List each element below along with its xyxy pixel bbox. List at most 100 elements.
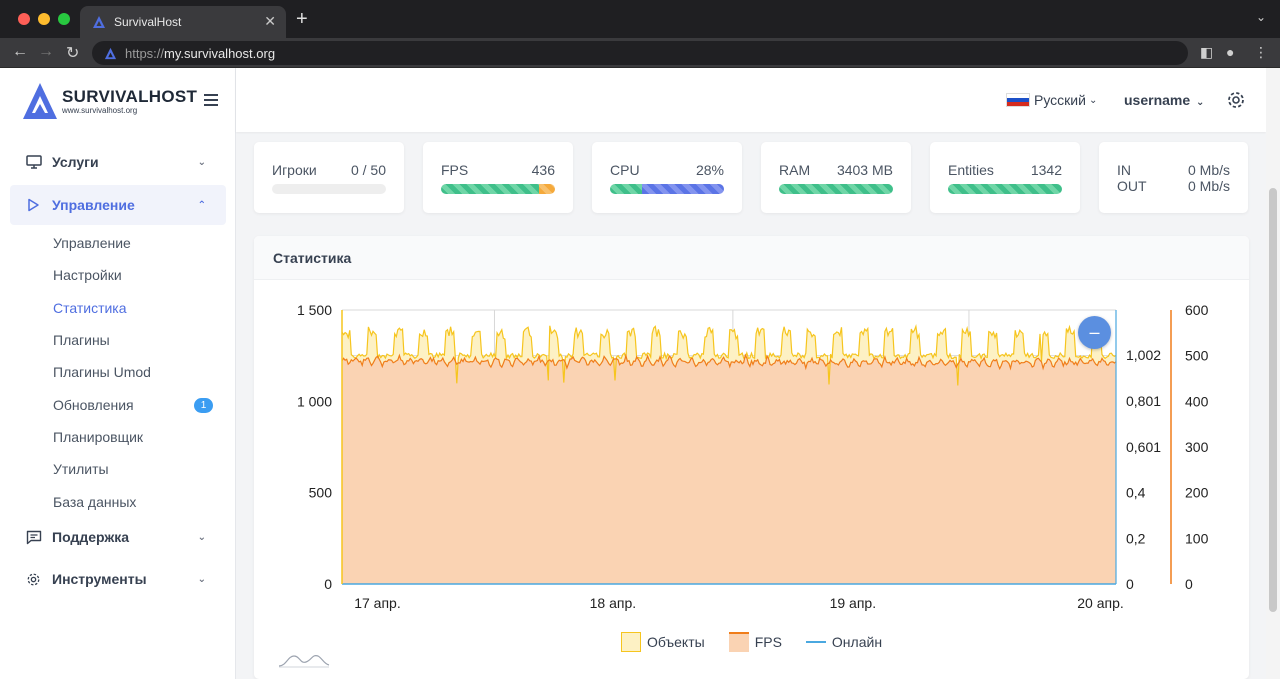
sidebar-subitem-settings[interactable]: Настройки [53, 267, 122, 283]
close-window-button[interactable] [18, 13, 30, 25]
sidebar-subitem-umod-plugins[interactable]: Плагины Umod [53, 364, 151, 380]
x-tick-label: 18 апр. [590, 595, 637, 611]
url-host: my.survivalhost.org [164, 45, 276, 61]
chat-icon [26, 530, 44, 545]
statistics-panel: Статистика 1 500 1 000 500 0 1,002 0,801 0,601… [254, 236, 1249, 679]
y-right-tick-label: 0 [1185, 576, 1193, 592]
stat-value: 3403 MB [836, 162, 893, 178]
minimize-window-button[interactable] [38, 13, 50, 25]
legend-item-objects[interactable]: Объекты [620, 632, 705, 652]
cpu-progress-bar [610, 184, 724, 194]
menu-toggle-icon[interactable] [204, 94, 218, 109]
url-protocol: https:// [125, 45, 165, 61]
browser-tab[interactable]: SurvivalHost ✕ [80, 6, 286, 38]
stat-value: 1342 [1030, 162, 1062, 178]
site-favicon-icon [93, 16, 105, 28]
user-menu[interactable]: username ⌄ [1124, 92, 1204, 108]
stat-card-ram: RAM 3403 MB [761, 142, 911, 213]
stat-value: 28% [695, 162, 724, 178]
sidebar-subitem-statistics[interactable]: Статистика [53, 300, 127, 316]
y-left-tick-label: 500 [309, 485, 333, 501]
sidebar-item-management[interactable]: Управление ⌃ [10, 185, 226, 225]
y-middle-tick-label: 0,601 [1126, 439, 1161, 455]
browser-menu-icon[interactable]: ⋮ [1254, 44, 1268, 61]
site-favicon-icon [104, 47, 117, 59]
legend-label: Объекты [646, 634, 705, 650]
stat-card-fps: FPS 436 [423, 142, 573, 213]
chevron-down-icon: ⌄ [197, 573, 206, 585]
stat-value: 436 [531, 162, 555, 178]
sidebar: SURVIVALHOST www.survivalhost.org Услуги… [0, 68, 236, 679]
y-right-tick-label: 500 [1185, 348, 1209, 364]
legend-label: FPS [754, 634, 782, 650]
window-controls [18, 13, 70, 25]
address-bar[interactable]: https://my.survivalhost.org [92, 41, 1188, 65]
language-selector[interactable]: Русский ⌄ [1006, 92, 1097, 108]
stat-label: RAM [779, 162, 811, 178]
sidebar-subitem-plugins[interactable]: Плагины [53, 332, 110, 348]
chevron-down-icon: ⌄ [1088, 94, 1098, 106]
top-header: Русский ⌄ username ⌄ [236, 68, 1266, 132]
y-middle-tick-label: 0,2 [1126, 530, 1146, 546]
y-middle-tick-label: 0,801 [1126, 393, 1161, 409]
sidebar-item-services[interactable]: Услуги ⌄ [10, 142, 226, 182]
chevron-down-icon: ⌄ [197, 156, 206, 168]
reload-icon[interactable]: ↻ [66, 43, 79, 63]
sidebar-subitem-scheduler[interactable]: Планировщик [53, 429, 143, 445]
sidebar-item-label: Инструменты [52, 571, 147, 587]
settings-gear-icon[interactable] [1226, 90, 1246, 115]
stat-card-cpu: CPU 28% [592, 142, 742, 213]
maximize-window-button[interactable] [58, 13, 70, 25]
gear-icon [26, 572, 44, 587]
legend-swatch [620, 632, 641, 652]
close-tab-icon[interactable]: ✕ [264, 13, 276, 30]
updates-count-badge: 1 [194, 398, 213, 413]
profile-icon[interactable]: ● [1226, 44, 1234, 60]
sidebar-subitem-management[interactable]: Управление [53, 235, 131, 251]
y-right-tick-label: 400 [1185, 393, 1209, 409]
stat-card-network: IN 0 Mb/s OUT 0 Mb/s [1099, 142, 1248, 213]
sidebar-toggle-icon[interactable]: ◧ [1200, 44, 1213, 61]
stat-label: Игроки [272, 162, 317, 178]
page-scrollbar[interactable] [1266, 68, 1280, 679]
tab-search-chevron-icon[interactable]: ⌄ [1256, 10, 1266, 24]
new-tab-icon[interactable]: + [296, 8, 308, 31]
legend-item-online[interactable]: Онлайн [805, 632, 882, 652]
tab-title: SurvivalHost [114, 15, 182, 29]
y-right-tick-label: 100 [1185, 530, 1209, 546]
sidebar-subitem-utilities[interactable]: Утилиты [53, 461, 109, 477]
stat-label: Entities [948, 162, 994, 178]
chevron-up-icon: ⌃ [197, 199, 206, 211]
y-middle-tick-label: 1,002 [1126, 347, 1161, 363]
forward-arrow-icon[interactable]: → [38, 43, 54, 61]
username-label: username [1124, 92, 1191, 108]
chart-type-icon[interactable] [278, 652, 330, 668]
ram-progress-bar [779, 184, 893, 194]
scrollbar-thumb[interactable] [1269, 188, 1277, 612]
sidebar-item-support[interactable]: Поддержка ⌄ [10, 517, 226, 557]
russian-flag-icon [1006, 93, 1030, 107]
reset-zoom-button[interactable]: – [1078, 316, 1111, 349]
stat-card-players: Игроки 0 / 50 [254, 142, 404, 213]
stat-card-entities: Entities 1342 [930, 142, 1080, 213]
legend-item-fps[interactable]: FPS [728, 632, 782, 652]
sidebar-subitem-database[interactable]: База данных [53, 494, 136, 510]
logo-name: SURVIVALHOST [62, 87, 198, 106]
x-tick-label: 17 апр. [354, 595, 401, 611]
chevron-down-icon: ⌄ [1196, 97, 1205, 108]
browser-tab-bar: SurvivalHost ✕ + ⌄ [0, 0, 1280, 38]
stat-label: FPS [441, 162, 469, 178]
net-in-value: 0 Mb/s [1187, 162, 1230, 178]
net-out-label: OUT [1117, 178, 1147, 194]
sidebar-item-label: Услуги [52, 154, 99, 170]
logo[interactable]: SURVIVALHOST www.survivalhost.org [22, 82, 197, 120]
back-arrow-icon[interactable]: ← [12, 43, 28, 61]
stat-label: CPU [610, 162, 640, 178]
sidebar-item-tools[interactable]: Инструменты ⌄ [10, 559, 226, 599]
y-middle-tick-label: 0 [1126, 576, 1134, 592]
series-fps-area [342, 355, 1116, 584]
fps-progress-bar [441, 184, 555, 194]
net-out-value: 0 Mb/s [1187, 178, 1230, 194]
y-right-tick-label: 300 [1185, 439, 1209, 455]
sidebar-subitem-updates[interactable]: Обновления [53, 397, 134, 413]
